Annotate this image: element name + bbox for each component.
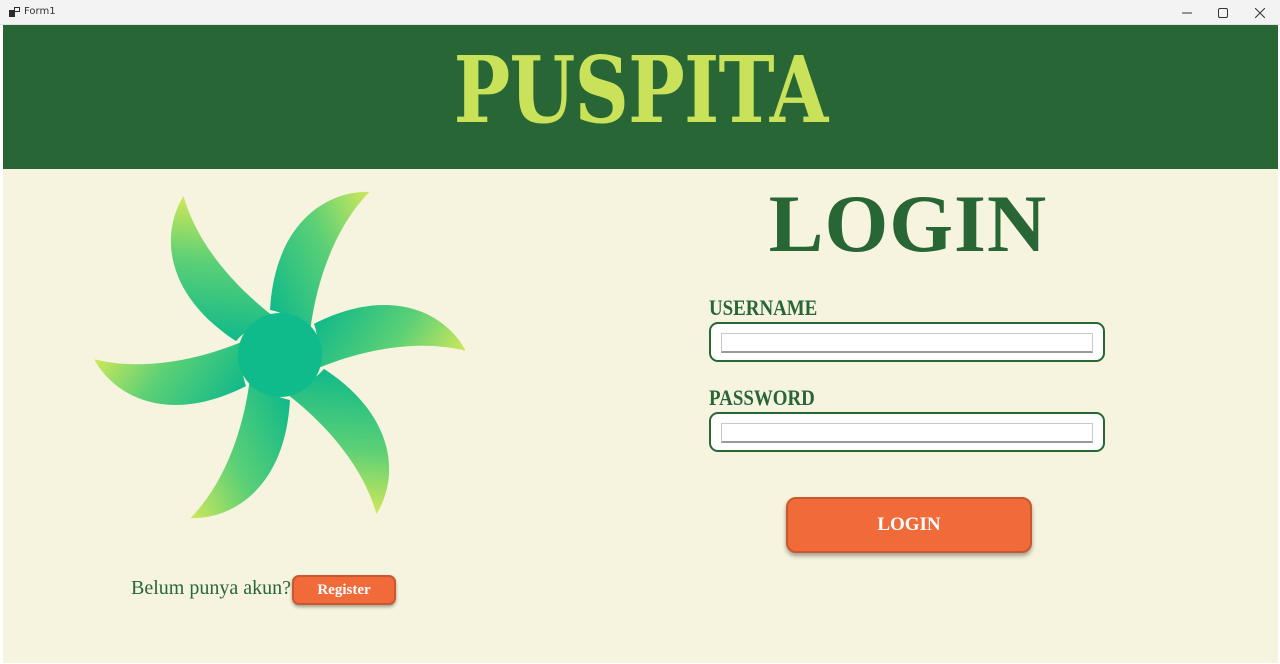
maximize-icon (1218, 7, 1228, 18)
app-icon (9, 7, 20, 17)
password-label: PASSWORD (709, 385, 815, 410)
login-button[interactable]: LOGIN (786, 497, 1032, 553)
header-banner: PUSPITA (3, 25, 1278, 169)
window-titlebar[interactable]: Form1 (0, 0, 1280, 25)
username-input[interactable] (721, 333, 1093, 353)
minimize-button[interactable] (1169, 0, 1205, 25)
form-client-area: PUSPITA LOGIN USERNAME PASSWORD LOGIN Be… (3, 25, 1278, 663)
maximize-button[interactable] (1205, 0, 1241, 25)
close-button[interactable] (1242, 0, 1278, 25)
register-prompt: Belum punya akun? (131, 577, 291, 599)
register-button[interactable]: Register (292, 575, 396, 605)
password-field-frame (709, 412, 1105, 452)
password-input[interactable] (721, 423, 1093, 443)
flower-logo-icon (95, 191, 465, 519)
username-field-frame (709, 322, 1105, 362)
minimize-icon (1182, 12, 1192, 13)
username-label: USERNAME (709, 295, 818, 320)
login-heading: LOGIN (768, 178, 1048, 269)
window-title: Form1 (24, 6, 56, 17)
close-icon (1255, 7, 1265, 18)
brand-title: PUSPITA (453, 36, 829, 144)
